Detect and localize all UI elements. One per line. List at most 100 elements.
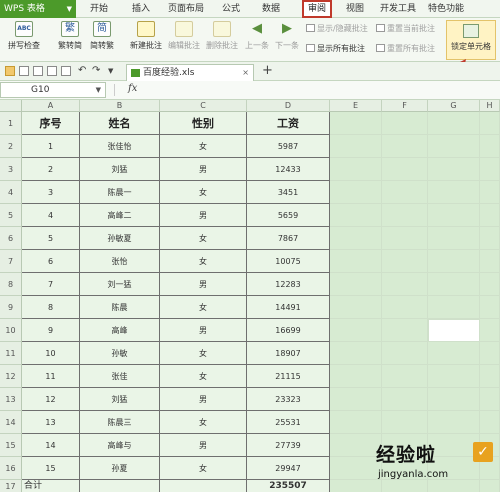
export-pdf-icon[interactable] <box>61 66 71 76</box>
empty-cell[interactable] <box>428 388 480 411</box>
empty-cell[interactable] <box>330 319 382 342</box>
table-cell[interactable]: 23323 <box>247 388 330 411</box>
table-cell[interactable]: 孙敏 <box>80 342 160 365</box>
empty-cell[interactable] <box>428 227 480 250</box>
table-cell[interactable]: 16699 <box>247 319 330 342</box>
selected-cell[interactable] <box>428 319 480 342</box>
save-icon[interactable] <box>19 66 29 76</box>
show-all-comments-button[interactable]: 显示所有批注 <box>306 43 365 55</box>
table-cell[interactable]: 18907 <box>247 342 330 365</box>
table-cell[interactable]: 刘猛 <box>80 158 160 181</box>
empty-cell[interactable] <box>330 365 382 388</box>
table-cell[interactable]: 7867 <box>247 227 330 250</box>
table-cell[interactable]: 13 <box>22 411 80 434</box>
row-header-6[interactable]: 6 <box>0 227 22 250</box>
empty-cell[interactable] <box>428 365 480 388</box>
trad-to-simp-button[interactable]: 繁 繁转简 <box>56 21 84 59</box>
column-header-b[interactable]: B <box>80 100 160 112</box>
empty-cell[interactable] <box>428 273 480 296</box>
table-cell[interactable]: 11 <box>22 365 80 388</box>
tab-developer[interactable]: 开发工具 <box>378 0 418 18</box>
row-header-13[interactable]: 13 <box>0 388 22 411</box>
tab-formulas[interactable]: 公式 <box>218 0 244 18</box>
empty-cell[interactable] <box>330 112 382 135</box>
empty-cell[interactable] <box>382 227 428 250</box>
empty-cell[interactable] <box>428 112 480 135</box>
empty-cell[interactable] <box>480 319 500 342</box>
table-cell[interactable]: 高峰与 <box>80 434 160 457</box>
table-cell[interactable]: 陈晨三 <box>80 411 160 434</box>
table-cell[interactable]: 女 <box>160 135 247 158</box>
empty-cell[interactable] <box>330 296 382 319</box>
row-header-15[interactable]: 15 <box>0 434 22 457</box>
empty-cell[interactable] <box>480 227 500 250</box>
row-header-7[interactable]: 7 <box>0 250 22 273</box>
table-cell[interactable]: 男 <box>160 158 247 181</box>
tab-data[interactable]: 数据 <box>258 0 284 18</box>
empty-cell[interactable] <box>382 411 428 434</box>
header-cell[interactable]: 姓名 <box>80 112 160 135</box>
table-cell[interactable]: 9 <box>22 319 80 342</box>
row-header-16[interactable]: 16 <box>0 457 22 480</box>
row-header-4[interactable]: 4 <box>0 181 22 204</box>
table-cell[interactable]: 8 <box>22 296 80 319</box>
row-header-10[interactable]: 10 <box>0 319 22 342</box>
table-cell[interactable]: 25531 <box>247 411 330 434</box>
table-cell[interactable]: 男 <box>160 273 247 296</box>
header-cell[interactable]: 序号 <box>22 112 80 135</box>
table-cell[interactable]: 女 <box>160 457 247 480</box>
table-cell[interactable]: 29947 <box>247 457 330 480</box>
empty-cell[interactable] <box>480 250 500 273</box>
spell-check-button[interactable]: ABC 拼写检查 <box>4 21 44 59</box>
prev-comment-button[interactable]: ◀ 上一条 <box>244 21 270 59</box>
open-folder-icon[interactable] <box>5 66 15 76</box>
column-header-f[interactable]: F <box>382 100 428 112</box>
header-cell[interactable]: 工资 <box>247 112 330 135</box>
empty-cell[interactable] <box>330 227 382 250</box>
table-cell[interactable]: 10075 <box>247 250 330 273</box>
column-header-h[interactable]: H <box>480 100 500 112</box>
table-cell[interactable]: 女 <box>160 411 247 434</box>
empty-cell[interactable] <box>330 411 382 434</box>
row-header-1[interactable]: 1 <box>0 112 22 135</box>
table-cell[interactable]: 5659 <box>247 204 330 227</box>
header-cell[interactable]: 性别 <box>160 112 247 135</box>
empty-cell[interactable] <box>428 181 480 204</box>
empty-cell[interactable] <box>480 112 500 135</box>
empty-cell[interactable] <box>480 181 500 204</box>
empty-cell[interactable] <box>428 296 480 319</box>
table-cell[interactable]: 12433 <box>247 158 330 181</box>
row-header-11[interactable]: 11 <box>0 342 22 365</box>
print-preview-icon[interactable] <box>47 66 57 76</box>
empty-cell[interactable] <box>382 112 428 135</box>
empty-cell[interactable] <box>382 296 428 319</box>
next-comment-button[interactable]: ▶ 下一条 <box>274 21 300 59</box>
app-menu-button[interactable]: WPS 表格 ▼ <box>0 0 76 18</box>
table-cell[interactable]: 张怡 <box>80 250 160 273</box>
table-cell[interactable]: 4 <box>22 204 80 227</box>
column-header-c[interactable]: C <box>160 100 247 112</box>
empty-cell[interactable] <box>382 365 428 388</box>
empty-cell[interactable] <box>330 181 382 204</box>
total-empty-cell[interactable] <box>160 480 247 492</box>
table-cell[interactable]: 女 <box>160 227 247 250</box>
empty-cell[interactable] <box>480 273 500 296</box>
lock-cell-button[interactable]: 锁定单元格 <box>446 20 496 60</box>
empty-cell[interactable] <box>382 342 428 365</box>
empty-cell[interactable] <box>330 135 382 158</box>
table-cell[interactable]: 陈晨一 <box>80 181 160 204</box>
tab-view[interactable]: 视图 <box>342 0 368 18</box>
empty-cell[interactable] <box>428 250 480 273</box>
empty-cell[interactable] <box>480 388 500 411</box>
undo-icon[interactable]: ↶ <box>78 66 88 76</box>
table-cell[interactable]: 女 <box>160 342 247 365</box>
new-comment-button[interactable]: 新建批注 <box>128 21 164 59</box>
table-cell[interactable]: 陈晨 <box>80 296 160 319</box>
empty-cell[interactable] <box>330 388 382 411</box>
total-label-cell[interactable]: 合计 <box>22 480 80 492</box>
reset-all-comments-button[interactable]: 重置所有批注 <box>376 43 435 55</box>
table-cell[interactable]: 2 <box>22 158 80 181</box>
empty-cell[interactable] <box>330 434 382 457</box>
empty-cell[interactable] <box>428 158 480 181</box>
column-header-a[interactable]: A <box>22 100 80 112</box>
